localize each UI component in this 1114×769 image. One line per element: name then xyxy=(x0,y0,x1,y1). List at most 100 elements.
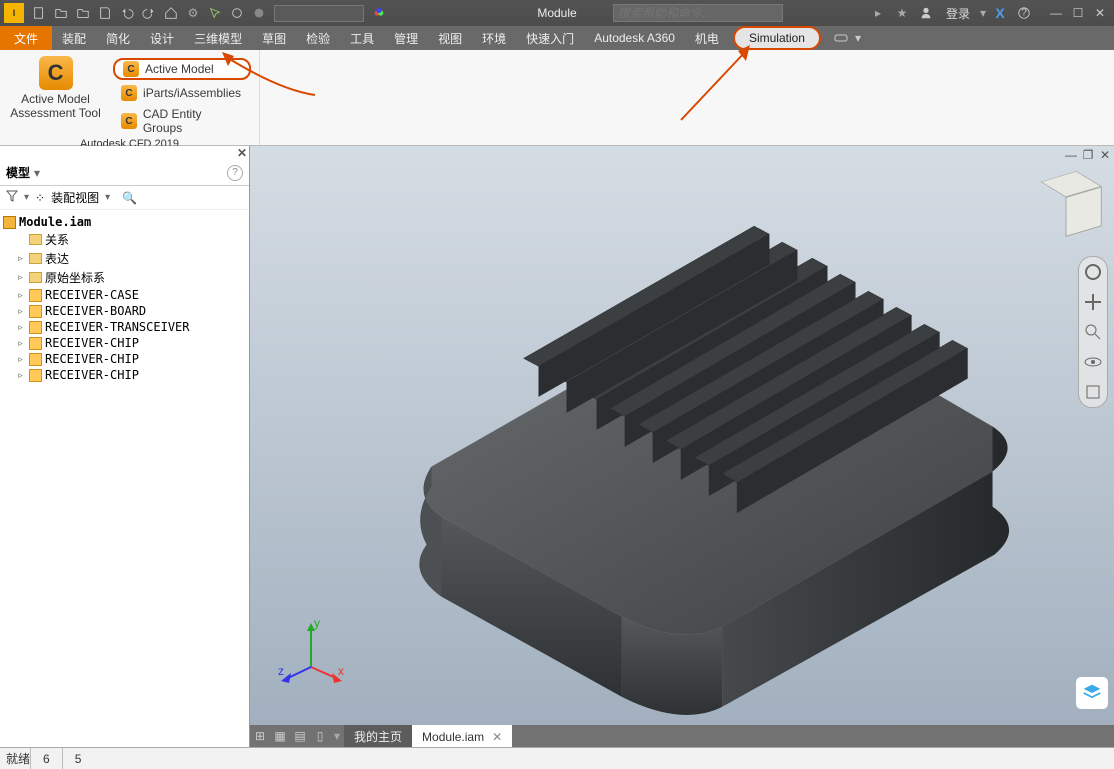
menu-electromech[interactable]: 机电 xyxy=(685,26,729,50)
menu-getstarted[interactable]: 快速入门 xyxy=(516,26,584,50)
menu-simulation[interactable]: Simulation xyxy=(733,26,821,50)
model-tree: Module.iam 关系▹表达▹原始坐标系▹RECEIVER-CASE▹REC… xyxy=(0,210,249,747)
status-n1: 6 xyxy=(30,748,62,769)
window-title: Module xyxy=(537,6,576,20)
coordinate-triad: y x z xyxy=(276,617,346,687)
maximize-button[interactable]: ☐ xyxy=(1070,5,1086,21)
tree-node[interactable]: ▹ RECEIVER-TRANSCEIVER xyxy=(2,319,247,335)
part-icon xyxy=(28,320,42,334)
home-icon[interactable] xyxy=(160,2,182,24)
active-model-button[interactable]: C Active Model xyxy=(113,58,251,80)
exchange-icon[interactable]: X xyxy=(990,2,1010,24)
menu-env[interactable]: 环境 xyxy=(472,26,516,50)
expand-icon[interactable]: ▹ xyxy=(16,253,25,264)
tree-node[interactable]: ▹RECEIVER-CHIP xyxy=(2,351,247,367)
undo-icon[interactable] xyxy=(116,2,138,24)
tree-label: 关系 xyxy=(45,231,69,248)
tree-node[interactable]: 关系 xyxy=(2,230,247,249)
menu-manage[interactable]: 管理 xyxy=(384,26,428,50)
chevron-down-icon[interactable]: ▾ xyxy=(855,31,861,45)
user-icon[interactable] xyxy=(916,2,936,24)
tab-grid3-icon[interactable]: ▤ xyxy=(290,726,310,746)
app-icon: I xyxy=(4,3,24,23)
tree-label: 原始坐标系 xyxy=(45,269,105,286)
toolbar-label: 装配视图 xyxy=(51,189,99,206)
tree-node[interactable]: ▹ RECEIVER-CASE xyxy=(2,287,247,303)
minimize-button[interactable]: — xyxy=(1048,5,1064,21)
appearance-icon[interactable] xyxy=(368,2,390,24)
iparts-button[interactable]: C iParts/iAssemblies xyxy=(113,84,251,102)
tree-label: RECEIVER-TRANSCEIVER xyxy=(45,320,190,334)
browser-close-icon[interactable]: ✕ xyxy=(237,146,247,160)
menu-a360[interactable]: Autodesk A360 xyxy=(584,26,685,50)
model-browser: ✕ 模型 ▾ ? ▾ ⁘ 装配视图 ▾ 🔍 Module.iam 关系▹表达▹原… xyxy=(0,146,250,747)
folder-icon xyxy=(28,233,42,247)
menu-simplify[interactable]: 简化 xyxy=(96,26,140,50)
expand-icon[interactable]: ▹ xyxy=(16,272,25,283)
menu-file[interactable]: 文件 xyxy=(0,26,52,50)
menu-overflow-icon[interactable] xyxy=(831,33,853,43)
tree-node[interactable]: ▹RECEIVER-BOARD xyxy=(2,303,247,319)
chevron-down-icon[interactable]: ▾ xyxy=(34,166,40,180)
tab-layout-icon[interactable]: ⊞ xyxy=(250,726,270,746)
search-input[interactable] xyxy=(613,4,783,22)
open-icon[interactable] xyxy=(50,2,72,24)
tree-root[interactable]: Module.iam xyxy=(19,215,91,229)
help-icon[interactable]: ? xyxy=(1014,2,1034,24)
cad-entity-groups-button[interactable]: C CAD Entity Groups xyxy=(113,106,251,136)
star-icon[interactable]: ★ xyxy=(892,2,912,24)
tab-module[interactable]: Module.iam ✕ xyxy=(412,725,512,747)
open2-icon[interactable] xyxy=(72,2,94,24)
tab-grid4-icon[interactable]: ▯ xyxy=(310,726,330,746)
workspace: ✕ 模型 ▾ ? ▾ ⁘ 装配视图 ▾ 🔍 Module.iam 关系▹表达▹原… xyxy=(0,146,1114,747)
part-icon xyxy=(28,368,42,382)
search-tree-icon[interactable]: 🔍 xyxy=(122,191,137,205)
save-icon[interactable] xyxy=(94,2,116,24)
tab-grid2-icon[interactable]: ▦ xyxy=(270,726,290,746)
expand-icon[interactable]: ▹ xyxy=(16,290,25,301)
menu-tools[interactable]: 工具 xyxy=(340,26,384,50)
ribbon-panel-cfd: C Active Model Assessment Tool C Active … xyxy=(0,50,260,145)
material-icon[interactable] xyxy=(248,2,270,24)
tree-node[interactable]: ▹表达 xyxy=(2,249,247,268)
expand-icon[interactable]: ▹ xyxy=(16,370,25,381)
3d-viewport[interactable]: — ❐ ✕ xyxy=(250,146,1114,747)
menu-sketch[interactable]: 草图 xyxy=(252,26,296,50)
color-icon[interactable] xyxy=(226,2,248,24)
filter-icon[interactable] xyxy=(6,190,18,205)
part-icon xyxy=(28,304,42,318)
expand-icon[interactable]: ▹ xyxy=(16,306,25,317)
view-icon[interactable]: ⁘ xyxy=(35,191,45,205)
status-text: 就绪 xyxy=(6,750,30,767)
menu-view[interactable]: 视图 xyxy=(428,26,472,50)
login-link[interactable]: 登录 xyxy=(946,5,970,22)
status-bar: 就绪 6 5 xyxy=(0,747,1114,769)
tree-node[interactable]: ▹RECEIVER-CHIP xyxy=(2,335,247,351)
menu-3dmodel[interactable]: 三维模型 xyxy=(184,26,252,50)
expand-icon[interactable]: ▹ xyxy=(16,322,25,333)
active-model-assessment-tool-button[interactable]: C Active Model Assessment Tool xyxy=(8,54,103,136)
arrow-icon[interactable]: ▸ xyxy=(868,2,888,24)
rib-item-label: iParts/iAssemblies xyxy=(143,86,241,100)
redo-icon[interactable] xyxy=(138,2,160,24)
expand-icon[interactable]: ▹ xyxy=(16,338,25,349)
gear-icon[interactable]: ⚙ xyxy=(182,2,204,24)
svg-text:x: x xyxy=(338,664,344,678)
expand-icon[interactable]: ▹ xyxy=(16,354,25,365)
rib-item-label: Active Model xyxy=(145,62,214,76)
material-dropdown[interactable] xyxy=(274,5,364,22)
tab-close-icon[interactable]: ✕ xyxy=(492,730,502,744)
new-icon[interactable] xyxy=(28,2,50,24)
tree-label: RECEIVER-CASE xyxy=(45,288,139,302)
menu-inspect[interactable]: 检验 xyxy=(296,26,340,50)
tree-node[interactable]: ▹ 原始坐标系 xyxy=(2,268,247,287)
tab-home[interactable]: 我的主页 xyxy=(344,725,412,747)
tree-node[interactable]: ▹RECEIVER-CHIP xyxy=(2,367,247,383)
menu-design[interactable]: 设计 xyxy=(140,26,184,50)
help-icon[interactable]: ? xyxy=(227,165,243,181)
title-bar: I ⚙ Module ▸ ★ 登录 ▾ X ? — ☐ ✕ xyxy=(0,0,1114,26)
close-button[interactable]: ✕ xyxy=(1092,5,1108,21)
menu-assembly[interactable]: 装配 xyxy=(52,26,96,50)
select-icon[interactable] xyxy=(204,2,226,24)
tab-home-label: 我的主页 xyxy=(354,728,402,745)
